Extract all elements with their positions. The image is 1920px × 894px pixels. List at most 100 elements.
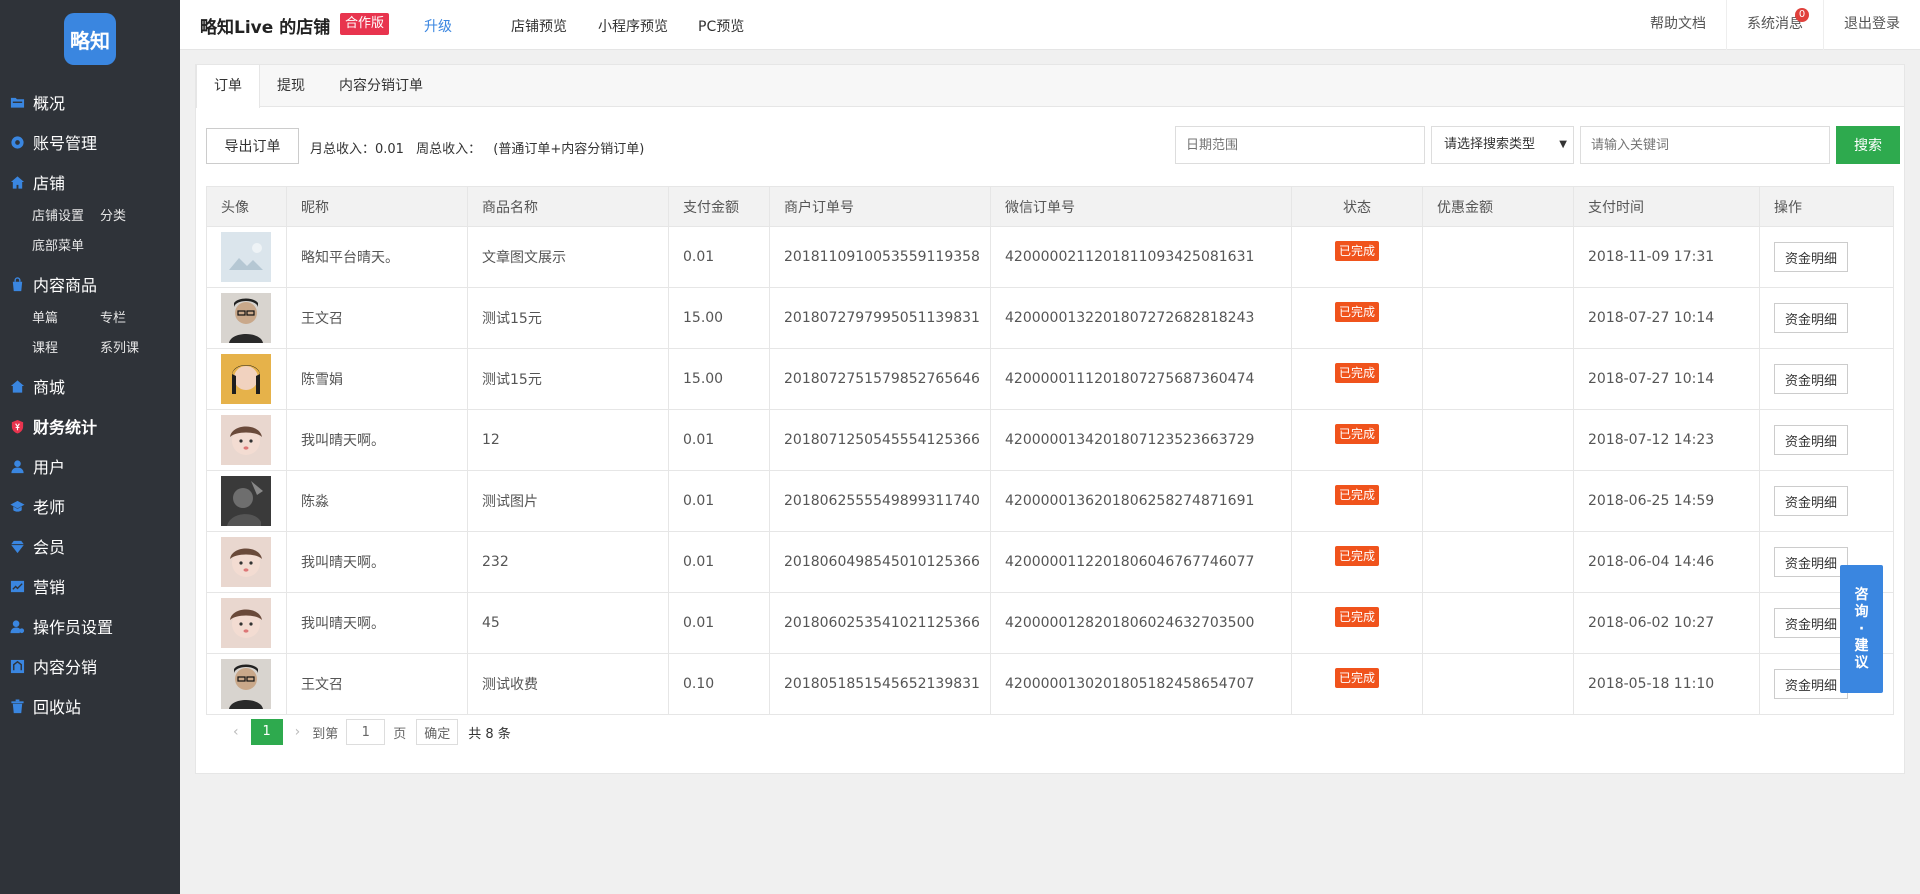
avatar	[221, 476, 271, 526]
pay-time-cell: 2018-05-18 11:10	[1573, 653, 1760, 715]
submenu-bottom-menu[interactable]: 底部菜单	[32, 232, 100, 262]
consult-suggest-button[interactable]: 咨询·建议	[1840, 565, 1883, 693]
logo[interactable]: 略知	[64, 13, 116, 65]
chart-icon	[10, 579, 25, 594]
shield-yen-icon	[10, 419, 25, 434]
sidebar: 略知 概况 账号管理 店铺 店铺设置 分类 底部菜单 内容商品 单篇 专栏 课程…	[0, 0, 180, 894]
nickname-cell: 我叫晴天啊。	[286, 409, 468, 471]
status-badge: 已完成	[1334, 607, 1379, 627]
page-number-input[interactable]	[346, 719, 386, 745]
fund-detail-button[interactable]: 资金明细	[1774, 547, 1849, 577]
product-cell: 测试15元	[467, 348, 669, 410]
sidebar-item-finance[interactable]: 财务统计	[0, 406, 180, 446]
miniprogram-preview-link[interactable]: 小程序预览	[598, 16, 668, 36]
sidebar-item-label: 内容商品	[33, 276, 98, 295]
diamond-icon	[10, 539, 25, 554]
keyword-input[interactable]	[1580, 126, 1830, 164]
bag-icon	[10, 276, 25, 292]
search-type-select[interactable]: 请选择搜索类型 ▼	[1431, 126, 1574, 164]
search-button[interactable]: 搜索	[1836, 126, 1900, 164]
total-count: 共 8 条	[468, 726, 511, 742]
submenu-series[interactable]: 系列课	[100, 334, 168, 364]
fund-detail-button[interactable]: 资金明细	[1774, 608, 1849, 638]
sidebar-item-mall[interactable]: 商城	[0, 366, 180, 406]
fund-detail-button[interactable]: 资金明细	[1774, 486, 1849, 516]
export-orders-button[interactable]: 导出订单	[206, 128, 299, 164]
pay-time-cell: 2018-11-09 17:31	[1573, 226, 1760, 288]
toolbar: 导出订单 月总收入：0.01 周总收入： (普通订单+内容分销订单) 请选择搜索…	[206, 126, 1900, 164]
home-icon	[10, 175, 25, 190]
sidebar-item-label: 商城	[33, 378, 66, 397]
col-amount: 支付金额	[668, 186, 770, 227]
nickname-cell: 我叫晴天啊。	[286, 531, 468, 593]
merchant-no-cell: 2018062555549899311740	[769, 470, 991, 532]
fund-detail-button[interactable]: 资金明细	[1774, 303, 1849, 333]
edition-badge: 合作版	[340, 13, 390, 35]
discount-cell	[1422, 592, 1574, 654]
date-range-input[interactable]	[1175, 126, 1425, 164]
sidebar-item-members[interactable]: 会员	[0, 526, 180, 566]
sidebar-item-users[interactable]: 用户	[0, 446, 180, 486]
income-summary: 月总收入：0.01 周总收入： (普通订单+内容分销订单)	[310, 138, 652, 157]
help-docs-link[interactable]: 帮助文档	[1630, 0, 1726, 50]
status-cell: 已完成	[1291, 287, 1423, 349]
avatar-cell	[206, 287, 287, 349]
col-actions: 操作	[1759, 186, 1894, 227]
sidebar-item-shop[interactable]: 店铺	[0, 162, 180, 202]
discount-cell	[1422, 470, 1574, 532]
tab-withdraw[interactable]: 提现	[260, 65, 322, 107]
table-row: 陈淼 测试图片 0.01 2018062555549899311740 4200…	[206, 470, 1894, 532]
pay-time-cell: 2018-06-04 14:46	[1573, 531, 1760, 593]
table-row: 我叫晴天啊。 232 0.01 2018060498545010125366 4…	[206, 531, 1894, 593]
sidebar-item-overview[interactable]: 概况	[0, 82, 180, 122]
tab-orders[interactable]: 订单	[196, 65, 260, 108]
discount-cell	[1422, 287, 1574, 349]
actions-cell: 资金明细	[1759, 409, 1894, 471]
system-messages-link[interactable]: 系统消息 0	[1726, 0, 1823, 50]
discount-cell	[1422, 348, 1574, 410]
nickname-cell: 略知平台晴天。	[286, 226, 468, 288]
system-messages-label: 系统消息	[1747, 16, 1803, 32]
goto-confirm-button[interactable]: 确定	[416, 719, 459, 745]
content-submenu: 单篇 专栏 课程 系列课	[0, 304, 180, 366]
amount-cell: 0.01	[668, 226, 770, 288]
upgrade-link[interactable]: 升级	[424, 16, 452, 36]
sidebar-item-recycle[interactable]: 回收站	[0, 686, 180, 726]
pc-preview-link[interactable]: PC预览	[698, 16, 744, 36]
fund-detail-button[interactable]: 资金明细	[1774, 425, 1849, 455]
prev-page-icon[interactable]: ‹	[233, 724, 239, 740]
sidebar-item-operators[interactable]: 操作员设置	[0, 606, 180, 646]
pay-time-cell: 2018-06-02 10:27	[1573, 592, 1760, 654]
submenu-column[interactable]: 专栏	[100, 304, 168, 334]
avatar	[221, 598, 271, 648]
col-nickname: 昵称	[286, 186, 468, 227]
status-cell: 已完成	[1291, 348, 1423, 410]
wechat-no-cell: 4200000211201811093425081631	[990, 226, 1292, 288]
sidebar-item-distribution[interactable]: 内容分销	[0, 646, 180, 686]
tab-distribution-orders[interactable]: 内容分销订单	[322, 65, 440, 107]
submenu-category[interactable]: 分类	[100, 202, 168, 232]
fund-detail-button[interactable]: 资金明细	[1774, 364, 1849, 394]
next-page-icon[interactable]: ›	[295, 724, 301, 740]
sidebar-item-account[interactable]: 账号管理	[0, 122, 180, 162]
sidebar-item-teachers[interactable]: 老师	[0, 486, 180, 526]
sidebar-item-label: 会员	[33, 538, 66, 557]
submenu-course[interactable]: 课程	[32, 334, 100, 364]
product-cell: 测试15元	[467, 287, 669, 349]
fund-detail-button[interactable]: 资金明细	[1774, 669, 1849, 699]
sidebar-item-content[interactable]: 内容商品	[0, 264, 180, 304]
merchant-no-cell: 2018072751579852765646	[769, 348, 991, 410]
logout-link[interactable]: 退出登录	[1823, 0, 1920, 50]
discount-cell	[1422, 409, 1574, 471]
sidebar-item-marketing[interactable]: 营销	[0, 566, 180, 606]
fund-detail-button[interactable]: 资金明细	[1774, 242, 1849, 272]
submenu-single[interactable]: 单篇	[32, 304, 100, 334]
shop-submenu: 店铺设置 分类 底部菜单	[0, 202, 180, 264]
sidebar-item-label: 用户	[33, 458, 66, 477]
submenu-shop-settings[interactable]: 店铺设置	[32, 202, 100, 232]
user-icon	[10, 459, 25, 474]
sidebar-item-label: 回收站	[33, 698, 82, 717]
shop-preview-link[interactable]: 店铺预览	[511, 16, 567, 36]
page-1-button[interactable]: 1	[250, 719, 283, 745]
nickname-cell: 我叫晴天啊。	[286, 592, 468, 654]
